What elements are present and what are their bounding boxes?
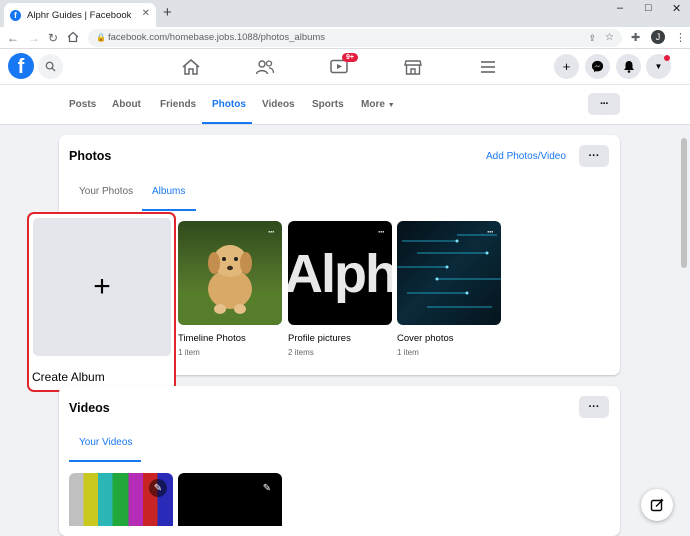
tab-albums[interactable]: Albums	[152, 186, 185, 197]
video-thumbnail-black[interactable]: ✎	[178, 473, 282, 526]
lock-icon: 🔒	[96, 33, 106, 42]
maximize-button[interactable]: □	[645, 2, 652, 14]
tab-your-videos[interactable]: Your Videos	[79, 437, 132, 448]
your-videos-tab-underline	[69, 460, 141, 462]
browser-tab[interactable]: f Alphr Guides | Facebook ✕	[4, 3, 156, 27]
create-plus-icon[interactable]: +	[554, 54, 579, 79]
messenger-icon[interactable]	[585, 54, 610, 79]
albums-tab-underline	[142, 209, 196, 211]
tab-close-icon[interactable]: ✕	[142, 8, 150, 19]
browser-profile-avatar[interactable]: J	[651, 30, 665, 44]
search-button[interactable]	[38, 54, 63, 79]
tab-photos[interactable]: Photos	[212, 99, 246, 110]
album-profile-pictures[interactable]: Alph ··· Profile pictures 2 items	[288, 221, 392, 357]
new-tab-button[interactable]: +	[163, 4, 172, 21]
album-cover-photos[interactable]: ··· Cover photos 1 item	[397, 221, 501, 357]
tab-videos[interactable]: Videos	[262, 99, 295, 110]
reload-icon[interactable]: ↻	[48, 31, 58, 45]
url-bar[interactable]: 🔒 facebook.com/homebase.jobs.1088/photos…	[88, 29, 622, 47]
tab-friends[interactable]: Friends	[160, 99, 196, 110]
create-album-label: Create Album	[32, 370, 105, 384]
share-icon[interactable]: ⇪	[588, 29, 596, 47]
active-tab-underline	[202, 122, 252, 124]
tab-your-photos[interactable]: Your Photos	[79, 186, 133, 197]
tab-sports[interactable]: Sports	[312, 99, 344, 110]
home-nav-icon[interactable]	[179, 55, 203, 79]
tab-about[interactable]: About	[112, 99, 141, 110]
browser-menu-icon[interactable]: ⋮	[675, 31, 686, 44]
more-caret-icon: ▼	[387, 102, 395, 109]
album-thumbnail: ···	[397, 221, 501, 325]
window-close-button[interactable]: ✕	[672, 2, 681, 15]
edit-pencil-icon[interactable]: ✎	[258, 479, 276, 497]
album-timeline-photos[interactable]: ··· Timeline Photos 1 item	[178, 221, 282, 357]
profile-more-options-button[interactable]: ···	[588, 93, 620, 115]
create-album-button[interactable]: + Create Album	[27, 212, 176, 392]
add-photos-video-link[interactable]: Add Photos/Video	[486, 151, 566, 162]
photos-options-button[interactable]: ···	[579, 145, 609, 167]
search-icon	[45, 61, 56, 72]
album-options-icon[interactable]: ···	[268, 227, 275, 237]
address-toolbar: ← → ↻ 🔒 facebook.com/homebase.jobs.1088/…	[0, 27, 690, 49]
edit-pencil-icon[interactable]: ✎	[149, 479, 167, 497]
tab-more-label: More	[361, 99, 385, 110]
bookmark-star-icon[interactable]: ☆	[605, 29, 614, 47]
notification-badge: 9+	[342, 53, 358, 62]
notifications-bell-icon[interactable]	[616, 54, 641, 79]
video-thumbnail-color-bars[interactable]: ✎	[69, 473, 173, 526]
facebook-header: f 9+ + ▼	[0, 49, 690, 85]
facebook-logo-icon[interactable]: f	[8, 53, 34, 79]
album-thumbnail: Alph ···	[288, 221, 392, 325]
browser-tab-strip: f Alphr Guides | Facebook ✕ + – □ ✕	[0, 0, 690, 27]
tab-title: Alphr Guides | Facebook	[27, 9, 132, 21]
minimize-button[interactable]: –	[617, 2, 623, 14]
page-scrollbar[interactable]	[681, 138, 687, 268]
album-options-icon[interactable]: ···	[378, 227, 385, 237]
tab-posts[interactable]: Posts	[69, 99, 96, 110]
home-icon[interactable]	[67, 31, 79, 46]
new-message-button[interactable]	[641, 489, 673, 521]
album-count: 1 item	[178, 348, 200, 357]
circuit-image	[397, 234, 501, 308]
videos-title: Videos	[69, 401, 110, 415]
friends-nav-icon[interactable]	[253, 55, 277, 79]
url-text: facebook.com/homebase.jobs.1088/photos_a…	[108, 32, 326, 43]
album-name: Timeline Photos	[178, 333, 246, 344]
photos-title: Photos	[69, 149, 112, 163]
marketplace-nav-icon[interactable]	[401, 55, 425, 79]
album-options-icon[interactable]: ···	[487, 227, 494, 237]
extensions-puzzle-icon[interactable]: ✚	[631, 31, 640, 44]
album-thumbnail: ···	[178, 221, 282, 325]
album-name: Cover photos	[397, 333, 454, 344]
plus-icon: +	[93, 270, 111, 303]
puppy-image	[178, 245, 282, 325]
forward-icon[interactable]: →	[28, 31, 40, 45]
album-count: 1 item	[397, 348, 419, 357]
back-icon[interactable]: ←	[7, 31, 19, 45]
profile-tabs: Posts About Friends Photos Videos Sports…	[0, 85, 690, 125]
album-count: 2 items	[288, 348, 314, 357]
create-album-tile: +	[33, 218, 171, 356]
tab-more[interactable]: More ▼	[361, 99, 395, 110]
album-name: Profile pictures	[288, 333, 351, 344]
compose-icon	[650, 498, 664, 512]
videos-options-button[interactable]: ···	[579, 396, 609, 418]
alphr-logo-text: Alph	[288, 244, 392, 304]
facebook-favicon-icon: f	[10, 9, 21, 21]
account-alert-dot	[664, 55, 670, 61]
menu-hamburger-icon[interactable]	[476, 55, 500, 79]
